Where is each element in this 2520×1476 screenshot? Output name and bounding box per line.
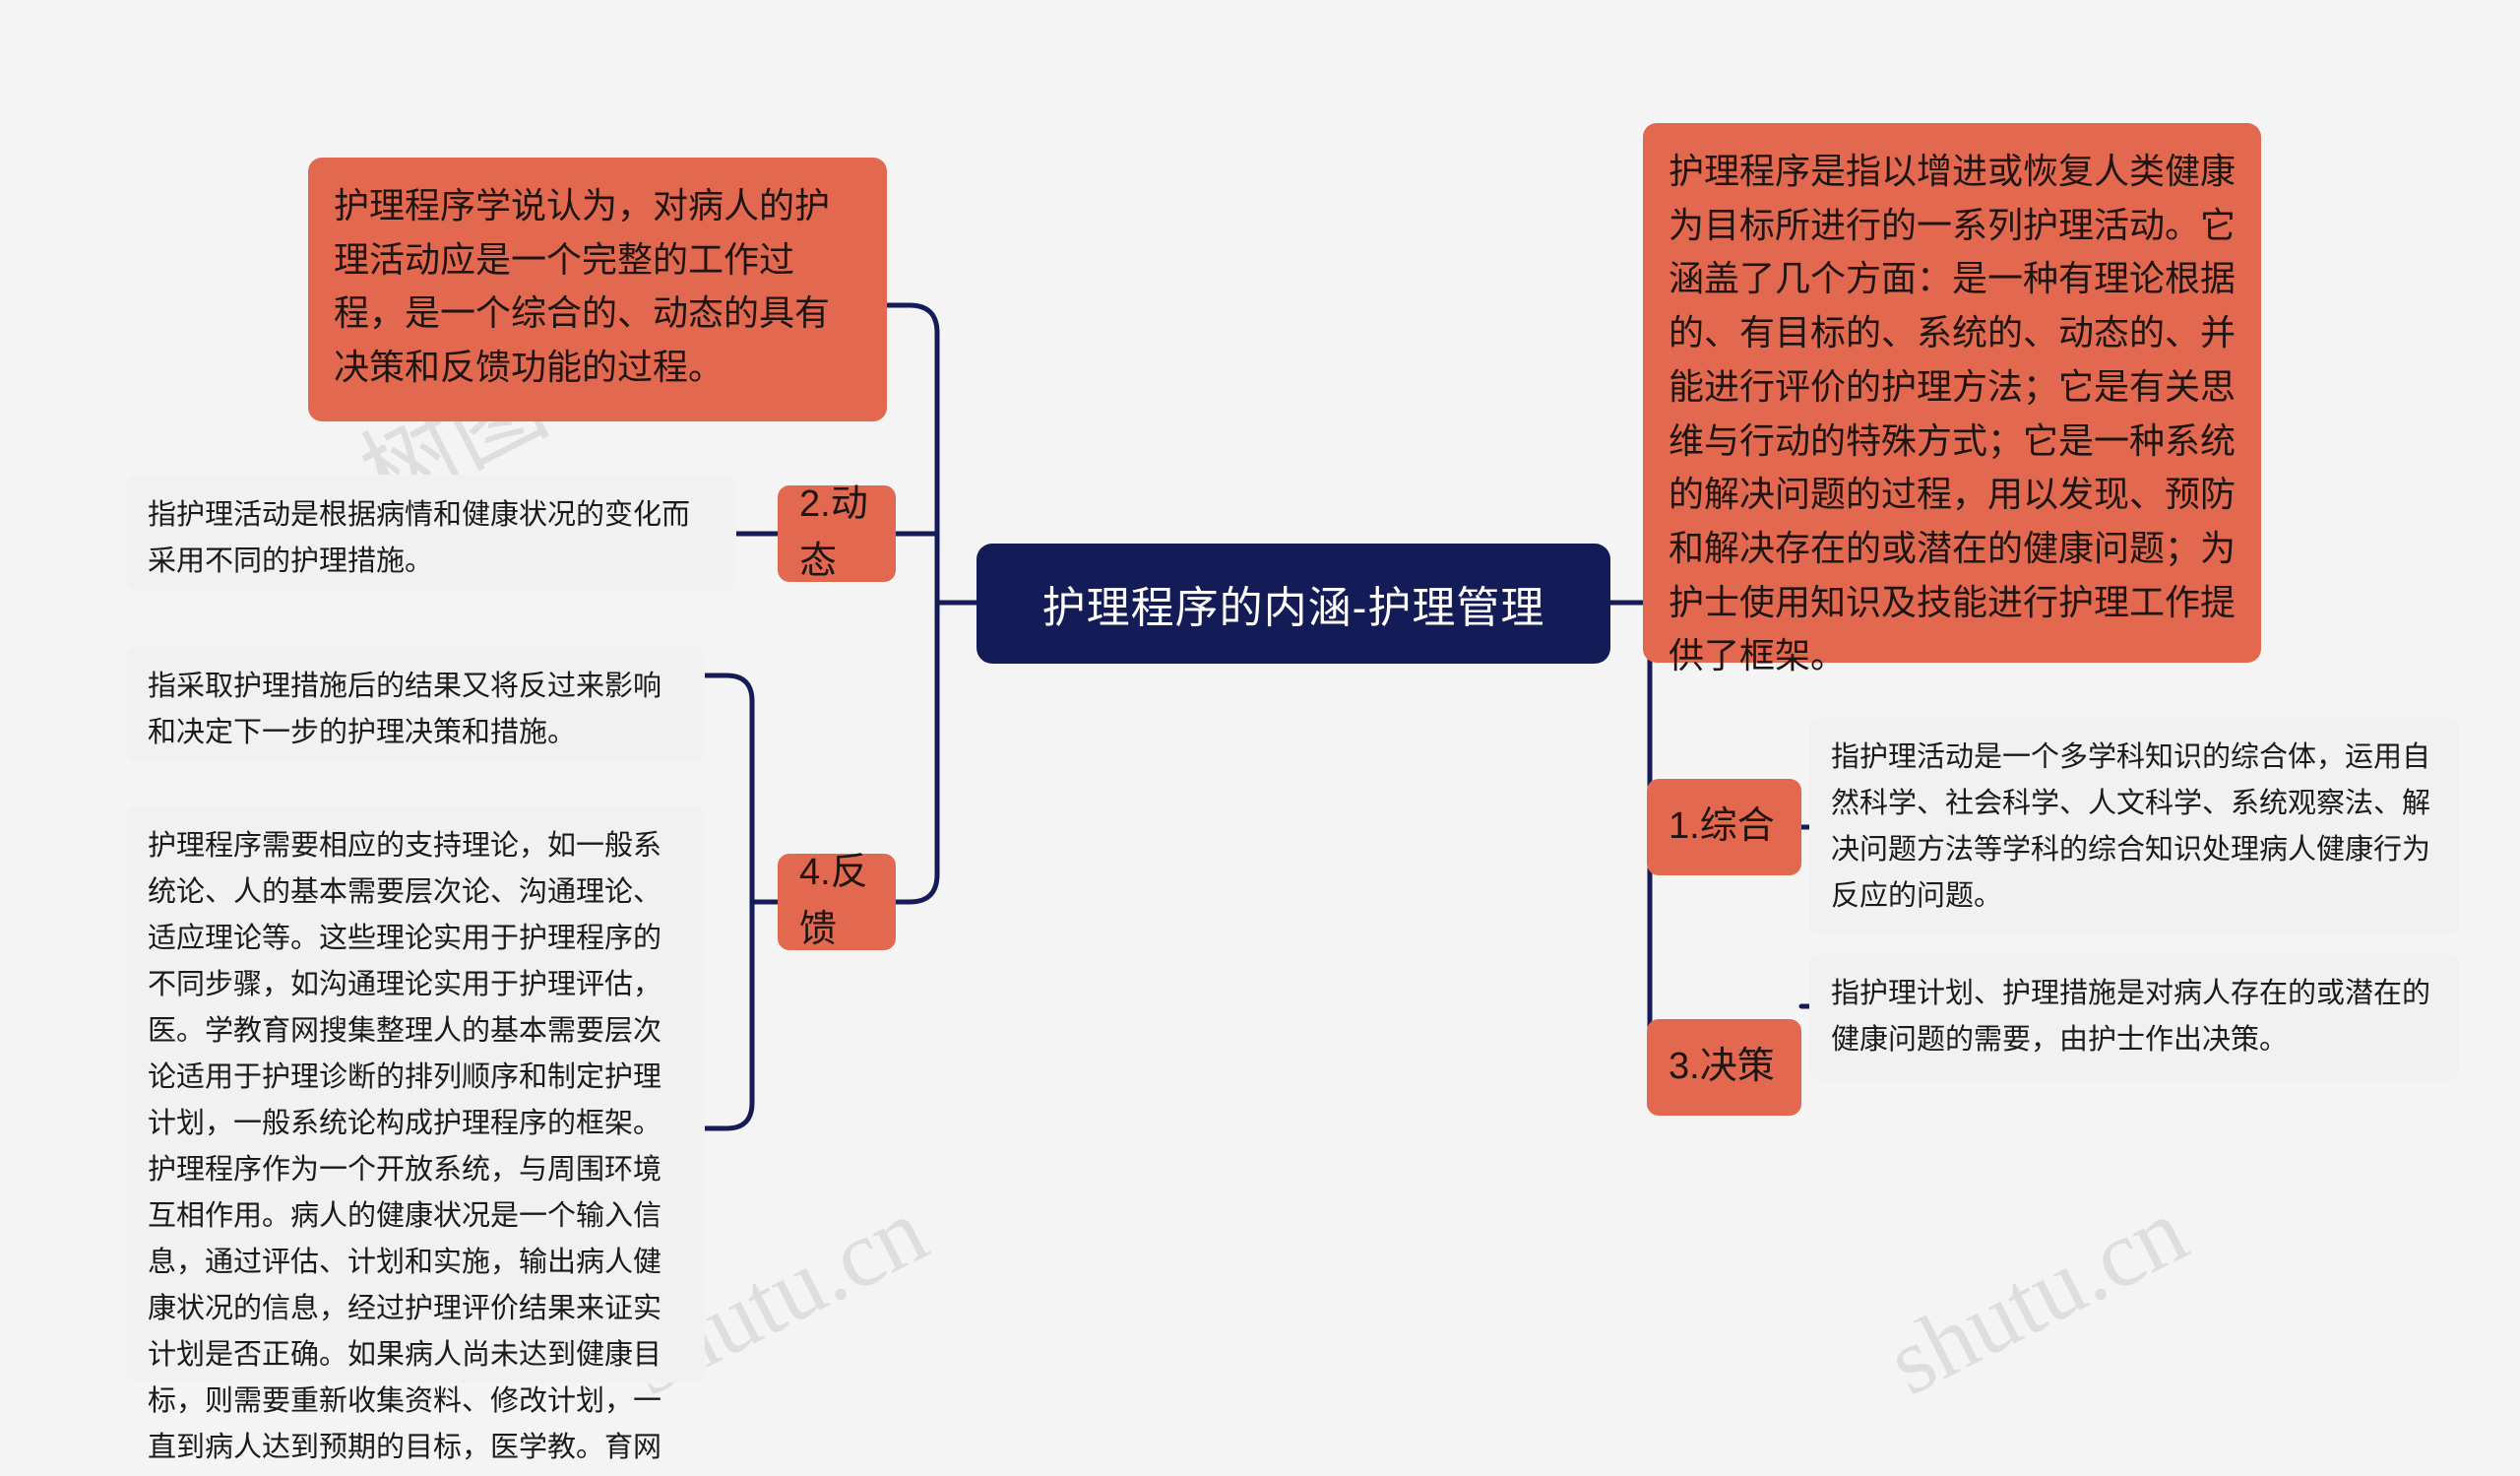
node-feedback-label: 4.反馈 (799, 852, 868, 950)
node-feedback-desc-1[interactable]: 指采取护理措施后的结果又将反过来影响和决定下一步的护理决策和措施。 (126, 646, 705, 762)
node-comprehensive-desc[interactable]: 指护理活动是一个多学科知识的综合体，运用自然科学、社会科学、人文科学、系统观察法… (1809, 717, 2459, 935)
root-node-label: 护理程序的内涵-护理管理 (1041, 584, 1545, 632)
node-dynamic-label: 2.动态 (799, 483, 868, 582)
node-dynamic[interactable]: 2.动态 (778, 483, 896, 582)
edge-left-to-definition (883, 302, 940, 336)
node-feedback-desc-1-text: 指采取护理措施后的结果又将反过来影响和决定下一步的护理决策和措施。 (148, 671, 662, 748)
node-comprehensive-label: 1.综合 (1669, 805, 1775, 848)
node-decision-label: 3.决策 (1669, 1046, 1775, 1088)
edge-feedback-to-desc-2 (702, 1100, 755, 1131)
node-definition-left[interactable]: 护理程序学说认为，对病人的护理活动应是一个完整的工作过程，是一个综合的、动态的具… (308, 158, 887, 421)
node-feedback[interactable]: 4.反馈 (778, 852, 896, 950)
node-decision-desc-text: 指护理计划、护理措施是对病人存在的或潜在的健康问题的需要，由护士作出决策。 (1831, 978, 2431, 1056)
node-definition-right-text: 护理程序是指以增进或恢复人类健康为目标所进行的一系列护理活动。它涵盖了几个方面：… (1669, 151, 2236, 676)
node-feedback-desc-2[interactable]: 护理程序需要相应的支持理论，如一般系统论、人的基本需要层次论、沟通理论、适应理论… (126, 805, 705, 1463)
node-dynamic-desc-text: 指护理活动是根据病情和健康状况的变化而采用不同的护理措施。 (148, 499, 691, 577)
mindmap-canvas: 树图 shutu.cn 树图 shutu.cn shutu.cn shutu.c… (0, 0, 2520, 1476)
node-comprehensive-desc-text: 指护理活动是一个多学科知识的综合体，运用自然科学、社会科学、人文科学、系统观察法… (1831, 741, 2431, 912)
node-comprehensive[interactable]: 1.综合 (1647, 779, 1801, 875)
node-decision[interactable]: 3.决策 (1647, 1019, 1801, 1116)
watermark: shutu.cn (1870, 1177, 2202, 1416)
node-definition-left-text: 护理程序学说认为，对病人的护理活动应是一个完整的工作过程，是一个综合的、动态的具… (334, 185, 831, 388)
root-node[interactable]: 护理程序的内涵-护理管理 (976, 544, 1610, 664)
node-definition-right[interactable]: 护理程序是指以增进或恢复人类健康为目标所进行的一系列护理活动。它涵盖了几个方面：… (1643, 123, 2261, 675)
node-dynamic-desc[interactable]: 指护理活动是根据病情和健康状况的变化而采用不同的护理措施。 (126, 475, 736, 591)
node-feedback-desc-2-text: 护理程序需要相应的支持理论，如一般系统论、人的基本需要层次论、沟通理论、适应理论… (148, 830, 662, 1463)
node-decision-desc[interactable]: 指护理计划、护理措施是对病人存在的或潜在的健康问题的需要，由护士作出决策。 (1809, 953, 2459, 1081)
edge-feedback-to-desc-1 (702, 673, 755, 704)
